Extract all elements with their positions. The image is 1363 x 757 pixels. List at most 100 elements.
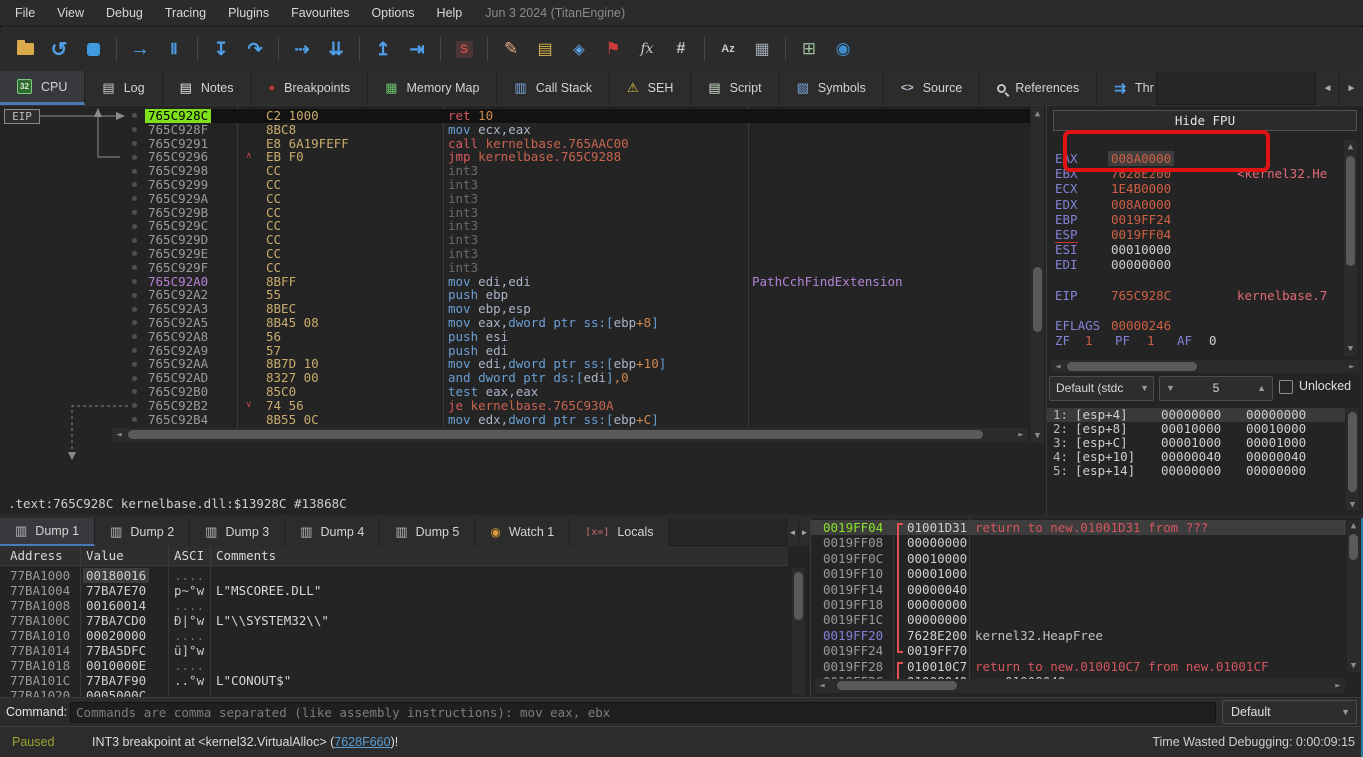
disasm-row[interactable]: 765C92AD8327 00and dword ptr ds:[edi],0 — [0, 371, 1030, 385]
tab-symbols[interactable]: ▧Symbols — [780, 71, 884, 105]
dump-row[interactable]: 77BA100800160014.... — [0, 598, 788, 613]
register-row[interactable]: EIP765C928Ckernelbase.7 — [1047, 288, 1347, 303]
disasm-vscroll-thumb[interactable] — [1033, 267, 1042, 332]
register-row[interactable]: EBP0019FF24 — [1047, 212, 1347, 227]
stack-row[interactable]: 0019FF1C00000000 — [811, 612, 1346, 627]
open-file-button[interactable] — [10, 35, 40, 63]
disasm-vscrollbar[interactable]: ▲ ▼ — [1031, 107, 1044, 443]
scroll-down-icon[interactable]: ▼ — [1347, 661, 1360, 671]
calculator-button[interactable]: ⊞ — [794, 35, 824, 63]
stack-row[interactable]: 0019FF1000001000 — [811, 566, 1346, 581]
execute-till-return-button[interactable]: ↥ — [368, 35, 398, 63]
profile-dropdown[interactable]: Default ▼ — [1222, 700, 1357, 724]
tab-seh[interactable]: ⚠SEH — [610, 71, 691, 105]
disasm-row[interactable]: 765C929FCCint3 — [0, 261, 1030, 275]
column-header[interactable]: Comments — [216, 546, 276, 566]
disasm-row[interactable]: 765C92B085C0test eax,eax — [0, 385, 1030, 399]
stack-row[interactable]: 0019FF0800000000 — [811, 535, 1346, 550]
scroll-right-icon[interactable]: ► — [1347, 362, 1357, 372]
dump-row[interactable]: 77BA100C77BA7CD0Ð|°wL"\\SYSTEM32\\" — [0, 613, 788, 628]
tab-breakpoints[interactable]: ●Breakpoints — [252, 71, 369, 105]
registers-hscrollbar[interactable]: ◄ ► — [1051, 360, 1359, 373]
register-row[interactable]: EDX008A0000 — [1047, 197, 1347, 212]
menu-favourites[interactable]: Favourites — [280, 6, 360, 20]
registers-vscroll-thumb[interactable] — [1346, 156, 1355, 266]
command-input[interactable] — [70, 702, 1216, 723]
disasm-row[interactable]: 765C92A856push esi — [0, 330, 1030, 344]
register-row[interactable]: ESI00010000 — [1047, 242, 1347, 257]
hide-fpu-button[interactable]: Hide FPU — [1053, 110, 1357, 131]
scroll-up-icon[interactable]: ▲ — [1344, 142, 1357, 152]
stack-vscrollbar[interactable]: ▲ ▼ — [1347, 520, 1360, 672]
dump-row[interactable]: 77BA100000180016.... — [0, 568, 788, 583]
dump-tab-dump-3[interactable]: ▥Dump 3 — [190, 518, 285, 546]
address-link[interactable]: 7628F660 — [334, 735, 390, 749]
menu-options[interactable]: Options — [360, 6, 425, 20]
argument-row[interactable]: 5:[esp+14]0000000000000000 — [1047, 464, 1345, 478]
dump-tab-watch-1[interactable]: ◉Watch 1 — [475, 518, 570, 546]
register-row[interactable]: ESP0019FF04 — [1047, 227, 1347, 242]
disasm-row[interactable]: 765C9296∧EB F0jmp kernelbase.765C9288 — [0, 150, 1030, 164]
dump-tab-dump-2[interactable]: ▥Dump 2 — [95, 518, 190, 546]
breakpoint-list-button[interactable]: ⚑ — [598, 35, 628, 63]
argument-row[interactable]: 4:[esp+10]0000004000000040 — [1047, 450, 1345, 464]
breakpoint-dot-icon[interactable] — [132, 417, 137, 422]
disasm-row[interactable]: 765C929BCCint3 — [0, 206, 1030, 220]
breakpoint-dot-icon[interactable] — [132, 182, 137, 187]
menu-plugins[interactable]: Plugins — [217, 6, 280, 20]
disasm-hscroll-thumb[interactable] — [128, 430, 983, 439]
breakpoint-dot-icon[interactable] — [132, 307, 137, 312]
breakpoint-dot-icon[interactable] — [132, 348, 137, 353]
tab-scroll-right-icon[interactable]: ► — [1339, 71, 1363, 105]
stack-row[interactable]: 0019FF1800000000 — [811, 597, 1346, 612]
breakpoint-dot-icon[interactable] — [132, 293, 137, 298]
step-out-button[interactable]: ⇊ — [321, 35, 351, 63]
dump-tab-dump-4[interactable]: ▥Dump 4 — [285, 518, 380, 546]
scroll-down-icon[interactable]: ▼ — [1346, 500, 1359, 510]
breakpoint-dot-icon[interactable] — [132, 238, 137, 243]
disasm-row[interactable]: 765C9299CCint3 — [0, 178, 1030, 192]
breakpoint-dot-icon[interactable] — [132, 127, 137, 132]
functions-button[interactable]: fx — [632, 35, 662, 63]
memory-module-button[interactable]: ▦ — [747, 35, 777, 63]
arguments-vscroll-thumb[interactable] — [1348, 412, 1357, 492]
breakpoint-dot-icon[interactable] — [132, 169, 137, 174]
menu-help[interactable]: Help — [426, 6, 474, 20]
tab-log[interactable]: ▤Log — [85, 71, 162, 105]
unlocked-checkbox[interactable] — [1279, 380, 1293, 394]
flags-row[interactable]: ZF1PF1AF0 — [1047, 333, 1347, 348]
disasm-row[interactable]: 765C9298CCint3 — [0, 164, 1030, 178]
breakpoint-dot-icon[interactable] — [132, 389, 137, 394]
column-header[interactable]: ASCI — [174, 546, 204, 566]
scroll-right-icon[interactable]: ► — [1016, 430, 1026, 440]
skip-exceptions-toggle[interactable]: S — [449, 35, 479, 63]
stack-row[interactable]: 0019FF0C00010000 — [811, 551, 1346, 566]
dump-tab-locals[interactable]: [x=]Locals — [570, 518, 669, 546]
disasm-row[interactable]: 765C929DCCint3 — [0, 233, 1030, 247]
run-to-user-code-button[interactable]: ⇥ — [402, 35, 432, 63]
register-row[interactable]: EFLAGS00000246 — [1047, 318, 1347, 333]
breakpoint-dot-icon[interactable] — [132, 224, 137, 229]
registers-hscroll-thumb[interactable] — [1067, 362, 1197, 371]
tab-memory-map[interactable]: ▦Memory Map — [368, 71, 497, 105]
step-into-button[interactable]: ↧ — [206, 35, 236, 63]
tab-script[interactable]: ▤Script — [691, 71, 779, 105]
breakpoint-dot-icon[interactable] — [132, 320, 137, 325]
tab-call-stack[interactable]: ▥Call Stack — [497, 71, 610, 105]
argument-row[interactable]: 2:[esp+8]0001000000010000 — [1047, 422, 1345, 436]
scroll-up-icon[interactable]: ▲ — [1031, 109, 1044, 119]
breakpoint-dot-icon[interactable] — [132, 334, 137, 339]
scroll-left-icon[interactable]: ◄ — [817, 681, 827, 691]
disasm-row[interactable]: 765C92AA8B7D 10mov edi,dword ptr ss:[ebp… — [0, 357, 1030, 371]
disasm-row[interactable]: 765C92B48B55 0Cmov edx,dword ptr ss:[ebp… — [0, 413, 1030, 427]
dump-row[interactable]: 77BA100477BA7E70p~°wL"MSCOREE.DLL" — [0, 583, 788, 598]
run-button[interactable]: → — [125, 35, 155, 63]
tab-thr[interactable]: ⇉Thr — [1097, 71, 1157, 105]
disasm-row[interactable]: 765C929CCCint3 — [0, 219, 1030, 233]
labels-button[interactable]: ◈ — [564, 35, 594, 63]
breakpoint-dot-icon[interactable] — [132, 251, 137, 256]
disasm-row[interactable]: 765C928F8BC8mov ecx,eax — [0, 123, 1030, 137]
disasm-row[interactable]: 765C9291E8 6A19FEFFcall kernelbase.765AA… — [0, 137, 1030, 151]
arguments-vscrollbar[interactable]: ▼ — [1346, 408, 1359, 510]
menu-tracing[interactable]: Tracing — [154, 6, 217, 20]
